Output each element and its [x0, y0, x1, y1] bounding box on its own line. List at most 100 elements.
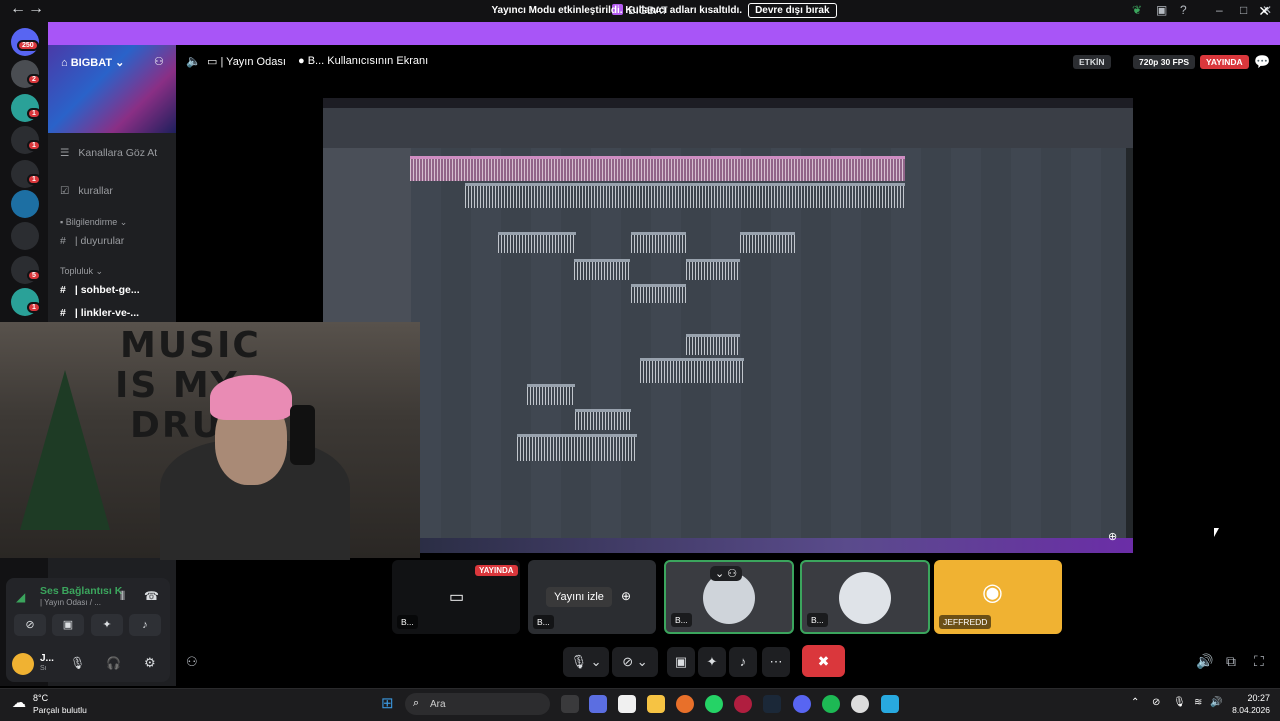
audio-clip [740, 232, 795, 253]
server-icon[interactable] [11, 190, 39, 218]
chat-bubble-icon[interactable]: 💬 [1254, 54, 1270, 70]
disconnect-button[interactable]: ✖ [802, 645, 845, 677]
mic-icon[interactable]: 🎙 [70, 656, 85, 670]
activities-button[interactable]: ✦ [91, 614, 123, 636]
brave-browser-icon[interactable] [676, 695, 694, 713]
invite-icon[interactable]: ⚇ [186, 654, 198, 670]
audio-clip [686, 334, 740, 355]
taskbar-date[interactable]: 8.04.2026 [1225, 705, 1270, 715]
hash-icon: # [60, 307, 66, 319]
poster-text: MUSIC [120, 325, 261, 366]
channel-rules[interactable]: ☑ kurallar [60, 185, 113, 197]
popout-icon[interactable]: ⧉ [1226, 653, 1236, 670]
volume-tray-icon[interactable]: 🔊 [1210, 697, 1222, 708]
speaker-icon: 🔈 [186, 54, 201, 68]
fl-menubar [323, 98, 1133, 108]
tile-menu-icon[interactable]: ⌄ ⚇ [710, 566, 743, 581]
windows-start-icon[interactable]: ⊞ [381, 694, 394, 712]
wifi-icon[interactable]: ≋ [1194, 697, 1202, 708]
discord-home-icon[interactable]: 250 [11, 28, 39, 56]
dm-avatar[interactable]: 1 [11, 160, 41, 188]
browse-channels[interactable]: ☰ Kanallara Göz At [60, 147, 157, 159]
server-icon[interactable] [11, 222, 39, 250]
more-options-button[interactable]: ⋯ [762, 647, 790, 677]
taskbar-search[interactable] [405, 693, 550, 715]
voice-status[interactable]: Ses Bağlantısı K [40, 585, 122, 597]
search-icon: ⌕ [413, 697, 420, 709]
headphones-icon[interactable]: 🎧 [106, 656, 121, 670]
camera-off-icon: ⊘ ⌄ [622, 654, 648, 669]
activities-button[interactable]: ✦ [698, 647, 726, 677]
tile-live-badge: YAYINDA [475, 565, 518, 576]
channel-links[interactable]: # | linkler-ve-... [60, 307, 139, 319]
whatsapp-icon[interactable] [705, 695, 723, 713]
list-icon: ☰ [60, 147, 70, 159]
category-community[interactable]: Topluluk ⌄ [60, 266, 103, 277]
channel-chat[interactable]: # | sohbet-ge... [60, 284, 140, 296]
christmas-tree [20, 370, 110, 530]
volume-icon[interactable]: 🔊 [1196, 653, 1213, 670]
weather-description[interactable]: Parçalı bulutlu [33, 705, 87, 715]
monitor-icon: ▭ [449, 589, 465, 606]
signal-icon[interactable]: ◢ [16, 590, 25, 604]
server-name[interactable]: ⌂ BIGBAT ⌄ [61, 56, 124, 69]
screen-share-title: ● B... Kullanıcısının Ekranı [298, 55, 429, 67]
mac-dock [420, 538, 1133, 553]
soundboard-button[interactable]: ♪ [729, 647, 757, 677]
copilot-icon[interactable] [589, 695, 607, 713]
banner-close-icon[interactable]: ✕ [1258, 3, 1270, 20]
discord-taskbar-icon[interactable] [793, 695, 811, 713]
audio-clip [498, 232, 576, 253]
add-member-icon[interactable]: ⚇ [154, 55, 164, 68]
dm-avatar[interactable]: 1 [11, 126, 41, 154]
disable-streamer-mode-button[interactable]: Devre dışı bırak [748, 3, 837, 18]
spotify-icon[interactable] [822, 695, 840, 713]
participant-tile[interactable]: ◉ JEFFREDD [934, 560, 1062, 634]
fullscreen-icon[interactable]: ⛶ [1254, 653, 1264, 670]
task-view-icon[interactable] [561, 695, 579, 713]
audio-clip [527, 384, 575, 405]
channel-announcements[interactable]: # | duyurular [60, 235, 124, 247]
more-icon: ⋯ [769, 654, 783, 669]
audio-clip [575, 409, 631, 430]
opera-icon[interactable] [734, 695, 752, 713]
camera-off-button[interactable]: ⊘ [14, 614, 46, 636]
screen-share-button[interactable]: ▣ [667, 647, 695, 677]
zoom-icon[interactable]: ⊕ [1108, 530, 1117, 543]
voice-channel-path[interactable]: | Yayın Odası / ... [40, 598, 101, 607]
dm-avatar[interactable]: 1 [11, 288, 41, 316]
soundboard-icon: ♪ [739, 654, 747, 669]
avatar [839, 572, 891, 624]
taskbar-clock[interactable]: 20:27 [1235, 693, 1270, 703]
disconnect-icon[interactable]: ☎ [144, 589, 159, 603]
chevron-up-icon[interactable]: ⌃ [1131, 697, 1139, 708]
settings-gear-icon[interactable]: ⚙ [144, 655, 156, 671]
mute-toggle[interactable]: 🎙 ⌄ [563, 647, 609, 677]
app-icon[interactable] [851, 695, 869, 713]
weather-temperature[interactable]: 8°C [33, 693, 48, 703]
category-info[interactable]: ▪ Bilgilendirme ⌄ [60, 217, 127, 228]
search-placeholder: Ara [430, 699, 446, 710]
steam-icon[interactable] [763, 695, 781, 713]
popout-stream-icon[interactable]: ⊕ [621, 589, 631, 603]
soundboard-button[interactable]: ♪ [129, 614, 161, 636]
camera-toggle[interactable]: ⊘ ⌄ [612, 647, 658, 677]
dm-avatar[interactable]: 5 [11, 256, 41, 284]
watch-stream-button[interactable]: Yayını izle [546, 587, 612, 607]
user-avatar[interactable] [12, 653, 34, 675]
discord-logo-icon: ◉ [982, 579, 1003, 606]
participant-tile[interactable]: B... [800, 560, 930, 634]
user-status: Sı [40, 665, 47, 672]
weather-cloud-icon[interactable]: ☁ [12, 694, 26, 711]
file-explorer-icon[interactable] [647, 695, 665, 713]
tray-app-icon[interactable]: ⊘ [1152, 697, 1160, 708]
dm-avatar[interactable]: 1 [11, 94, 41, 122]
monitor-icon: ▭ [207, 56, 221, 68]
voice-channel-title: ▭ | Yayın Odası [207, 56, 286, 68]
screen-share-button[interactable]: ▣ [52, 614, 84, 636]
dm-avatar[interactable]: 2 [11, 60, 41, 88]
store-icon[interactable] [618, 695, 636, 713]
noise-suppression-icon[interactable]: ⫴ [120, 589, 125, 604]
mic-tray-icon[interactable]: 🎙 [1173, 697, 1186, 708]
notepad-icon[interactable] [881, 695, 899, 713]
